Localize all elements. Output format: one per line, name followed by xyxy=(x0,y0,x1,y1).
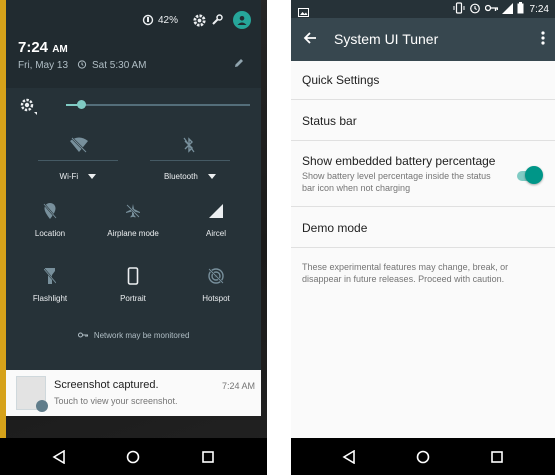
quick-settings-shade: 42% 7:24 AM Fri, May 13 Sat 5:30 AM Wi-F… xyxy=(6,0,261,412)
tile-divider xyxy=(38,160,118,161)
back-arrow-icon[interactable] xyxy=(302,30,318,51)
date-line: Fri, May 13 Sat 5:30 AM xyxy=(18,59,147,72)
nav-bar-left xyxy=(0,438,267,475)
chevron-down-icon xyxy=(208,172,217,181)
alarm-icon xyxy=(469,2,481,17)
screenshot-notification[interactable]: Screenshot captured. Touch to view your … xyxy=(6,370,261,416)
tile-flashlight[interactable]: Flashlight xyxy=(7,265,93,303)
menu-item-battery-percentage[interactable]: Show embedded battery percentage xyxy=(302,154,495,168)
edit-icon[interactable] xyxy=(233,56,245,74)
clock-time: 7:24 xyxy=(18,39,49,56)
cell-signal-icon xyxy=(173,200,259,222)
more-options-icon[interactable] xyxy=(541,31,545,50)
menu-item-quick-settings[interactable]: Quick Settings xyxy=(302,73,379,87)
tile-bluetooth-label: Bluetooth xyxy=(163,172,198,181)
location-off-icon xyxy=(7,200,93,222)
experimental-warning: These experimental features may change, … xyxy=(302,262,509,284)
vibrate-icon xyxy=(453,2,465,17)
settings-icon[interactable] xyxy=(192,13,207,28)
battery-icon xyxy=(517,2,524,17)
menu-item-status-bar[interactable]: Status bar xyxy=(302,114,357,128)
left-phone: 42% 7:24 AM Fri, May 13 Sat 5:30 AM Wi-F… xyxy=(0,0,267,475)
notification-title: Screenshot captured. xyxy=(54,379,159,391)
tile-airplane-label: Airplane mode xyxy=(107,229,159,238)
alarm-icon xyxy=(77,59,87,72)
battery-saver-icon xyxy=(142,14,154,26)
battery-percent: 42% xyxy=(157,14,178,26)
key-icon xyxy=(77,331,88,340)
screenshot-root: 42% 7:24 AM Fri, May 13 Sat 5:30 AM Wi-F… xyxy=(0,0,555,475)
tile-airplane[interactable]: Airplane mode xyxy=(90,200,176,238)
status-time: 7:24 xyxy=(529,4,549,15)
list-divider xyxy=(291,206,555,207)
network-monitored-row[interactable]: Network may be monitored xyxy=(6,331,261,340)
status-icons-right: 7:24 xyxy=(453,2,549,17)
tile-location-label: Location xyxy=(34,229,66,238)
signal-icon xyxy=(501,2,513,17)
brightness-slider-thumb[interactable] xyxy=(76,100,86,109)
tile-hotspot-label: Hotspot xyxy=(202,294,230,303)
brightness-icon[interactable] xyxy=(18,96,38,121)
portrait-rotation-icon xyxy=(90,265,176,287)
battery-percentage-description: Show battery level percentage inside the… xyxy=(302,171,491,193)
bluetooth-off-icon xyxy=(150,134,228,156)
separator xyxy=(267,0,291,475)
toolbar: System UI Tuner xyxy=(291,18,555,61)
back-nav-icon[interactable] xyxy=(50,448,68,466)
tile-aircel-label: Aircel xyxy=(205,229,226,238)
date-text[interactable]: Fri, May 13 xyxy=(18,60,68,71)
home-nav-icon[interactable] xyxy=(124,448,142,466)
back-nav-icon[interactable] xyxy=(340,448,358,466)
hotspot-off-icon xyxy=(173,265,259,287)
battery-percentage-toggle[interactable] xyxy=(525,166,543,184)
flashlight-off-icon xyxy=(7,265,93,287)
recents-nav-icon[interactable] xyxy=(199,448,217,466)
recents-nav-icon[interactable] xyxy=(488,448,506,466)
tile-wifi[interactable] xyxy=(40,134,118,163)
notification-text: Touch to view your screenshot. xyxy=(54,396,178,406)
right-phone: 7:24 System UI Tuner Quick Settings Stat… xyxy=(291,0,555,475)
wifi-off-icon xyxy=(40,134,118,156)
tile-bluetooth[interactable] xyxy=(150,134,228,163)
tile-bluetooth-label-row[interactable]: Bluetooth xyxy=(150,172,230,181)
list-divider xyxy=(291,247,555,248)
user-avatar[interactable] xyxy=(233,11,251,29)
network-monitored-text: Network may be monitored xyxy=(93,331,190,340)
nav-bar-right xyxy=(291,438,555,475)
tile-divider xyxy=(150,160,230,161)
brightness-row xyxy=(18,96,250,116)
status-icons: 42% xyxy=(142,11,251,29)
qs-header: 42% 7:24 AM Fri, May 13 Sat 5:30 AM xyxy=(6,0,261,88)
clock-ampm: AM xyxy=(52,44,68,55)
tile-flashlight-label: Flashlight xyxy=(32,294,68,303)
tile-location[interactable]: Location xyxy=(7,200,93,238)
tile-aircel[interactable]: Aircel xyxy=(173,200,259,238)
tile-portrait-label: Portrait xyxy=(120,294,146,303)
status-bar: 7:24 xyxy=(291,0,555,18)
key-icon xyxy=(484,4,498,15)
tile-wifi-label-row[interactable]: Wi-Fi xyxy=(38,172,118,181)
screenshot-badge-icon xyxy=(36,400,48,412)
clock[interactable]: 7:24 AM xyxy=(18,39,68,56)
list-divider xyxy=(291,140,555,141)
tile-portrait[interactable]: Portrait xyxy=(90,265,176,303)
home-nav-icon[interactable] xyxy=(414,448,432,466)
menu-item-demo-mode[interactable]: Demo mode xyxy=(302,221,367,235)
toolbar-title: System UI Tuner xyxy=(334,31,439,47)
notification-time: 7:24 AM xyxy=(221,381,255,391)
tile-wifi-label: Wi-Fi xyxy=(59,172,79,181)
chevron-down-icon xyxy=(88,172,97,181)
list-divider xyxy=(291,99,555,100)
airplane-off-icon xyxy=(90,200,176,222)
alarm-text[interactable]: Sat 5:30 AM xyxy=(92,60,146,71)
wrench-icon xyxy=(211,14,223,26)
brightness-slider-track[interactable] xyxy=(66,104,250,106)
tile-hotspot[interactable]: Hotspot xyxy=(173,265,259,303)
